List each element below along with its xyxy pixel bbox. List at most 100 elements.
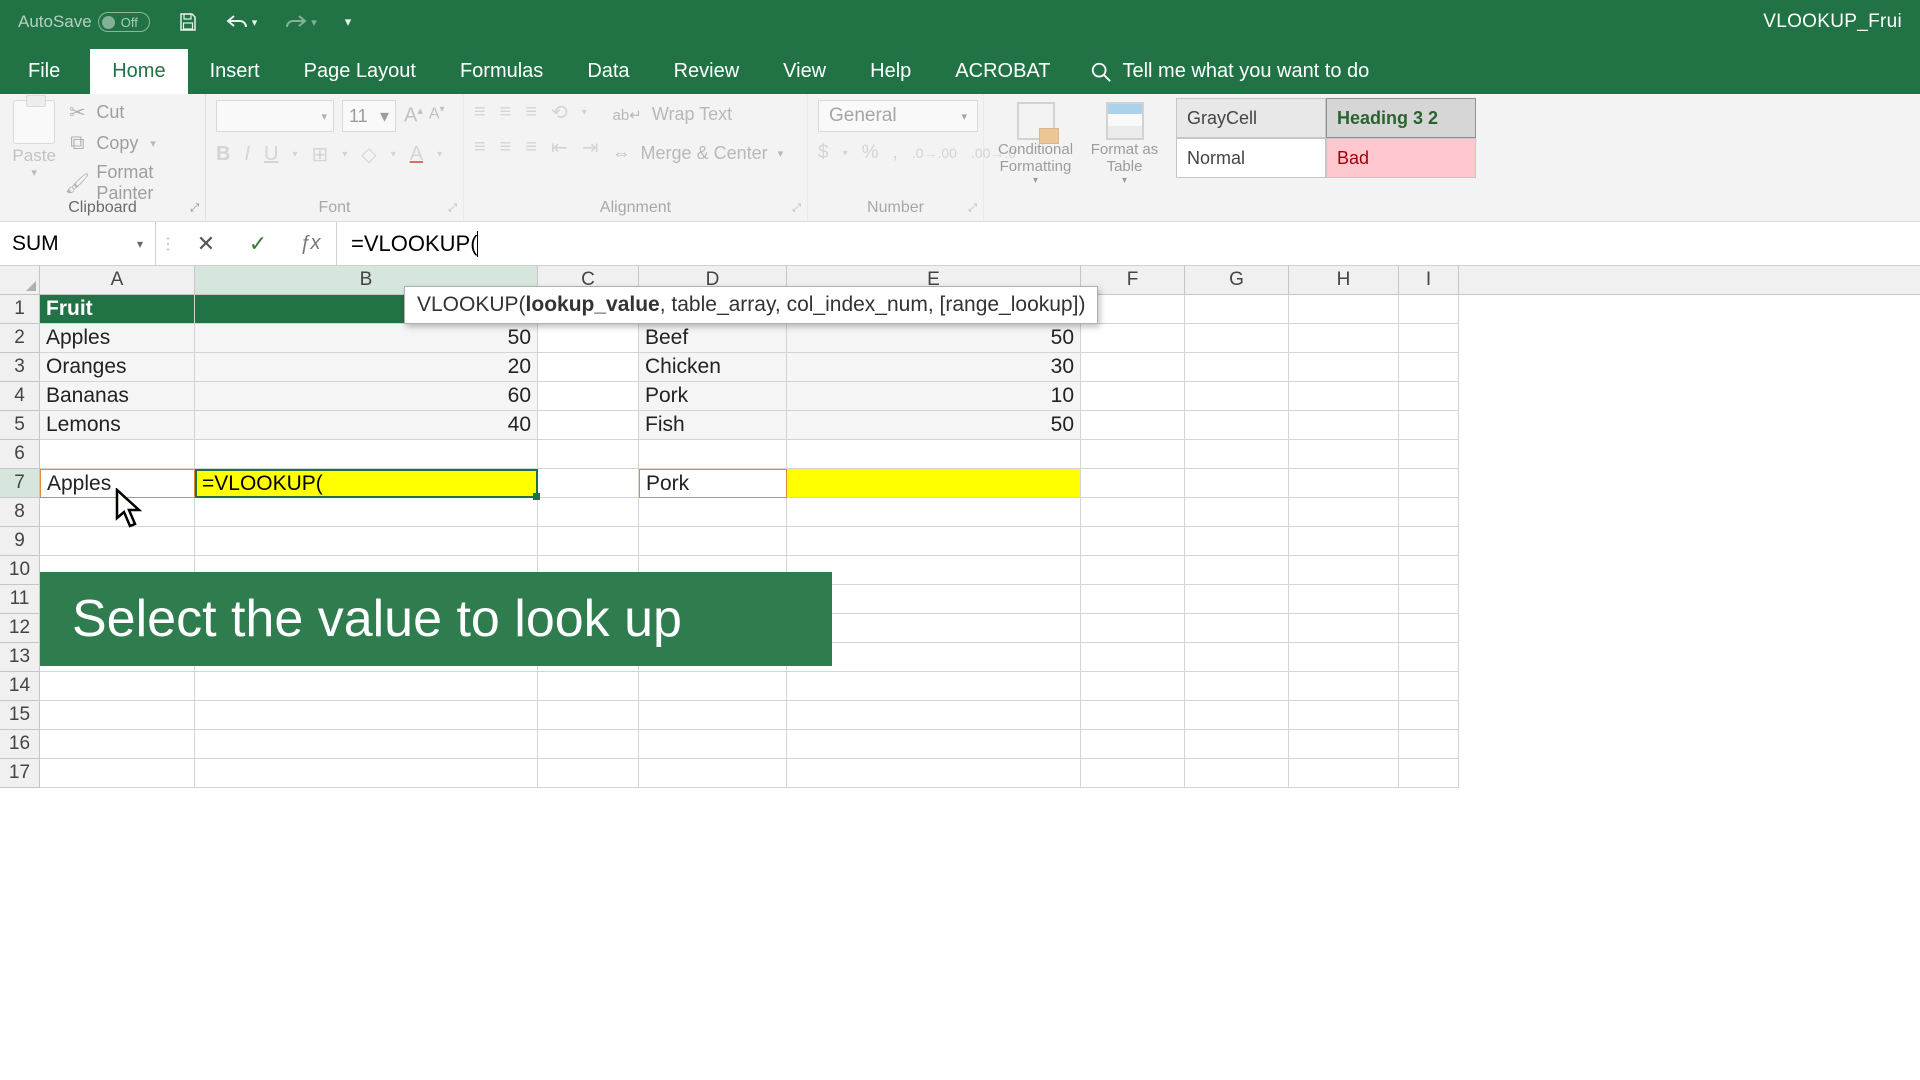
row-header-8[interactable]: 8: [0, 498, 40, 527]
cell-B3[interactable]: 20: [195, 353, 538, 382]
cell-I16[interactable]: [1399, 730, 1459, 759]
tab-formulas[interactable]: Formulas: [438, 49, 565, 94]
col-header-I[interactable]: I: [1399, 266, 1459, 294]
cell-G17[interactable]: [1185, 759, 1289, 788]
select-all-corner[interactable]: [0, 266, 40, 294]
cell-F8[interactable]: [1081, 498, 1185, 527]
font-dialog-launcher[interactable]: ⤢: [448, 202, 457, 215]
cell-A9[interactable]: [40, 527, 195, 556]
clipboard-dialog-launcher[interactable]: ⤢: [190, 202, 199, 215]
cell-H2[interactable]: [1289, 324, 1399, 353]
cell-E6[interactable]: [787, 440, 1081, 469]
tab-help[interactable]: Help: [848, 49, 933, 94]
conditional-formatting-button[interactable]: Conditional Formatting ▾: [994, 100, 1077, 186]
cell-I9[interactable]: [1399, 527, 1459, 556]
row-header-13[interactable]: 13: [0, 643, 40, 672]
cell-D3[interactable]: Chicken: [639, 353, 787, 382]
cell-G10[interactable]: [1185, 556, 1289, 585]
font-color-button[interactable]: A: [410, 143, 423, 166]
cell-H10[interactable]: [1289, 556, 1399, 585]
increase-font-icon[interactable]: A▴: [404, 104, 423, 128]
cell-G1[interactable]: [1185, 295, 1289, 324]
cell-C7[interactable]: [538, 469, 639, 498]
accounting-format-icon[interactable]: $: [818, 142, 829, 164]
cell-F2[interactable]: [1081, 324, 1185, 353]
cell-B17[interactable]: [195, 759, 538, 788]
cell-I4[interactable]: [1399, 382, 1459, 411]
redo-button[interactable]: ▾: [285, 13, 317, 31]
cell-A17[interactable]: [40, 759, 195, 788]
cell-I15[interactable]: [1399, 701, 1459, 730]
decrease-decimal-icon[interactable]: .00→.0: [971, 145, 1016, 161]
row-header-5[interactable]: 5: [0, 411, 40, 440]
row-header-17[interactable]: 17: [0, 759, 40, 788]
cell-G15[interactable]: [1185, 701, 1289, 730]
cell-C4[interactable]: [538, 382, 639, 411]
name-box[interactable]: SUM ▾: [0, 222, 156, 265]
increase-decimal-icon[interactable]: .0→.00: [912, 145, 957, 161]
cell-A14[interactable]: [40, 672, 195, 701]
cell-styles-gallery[interactable]: GrayCell Heading 3 2 Normal Bad: [1176, 94, 1476, 221]
tab-acrobat[interactable]: ACROBAT: [933, 49, 1072, 94]
cell-D16[interactable]: [639, 730, 787, 759]
cell-D15[interactable]: [639, 701, 787, 730]
tab-data[interactable]: Data: [565, 49, 651, 94]
cancel-formula-button[interactable]: ✕: [180, 231, 232, 257]
tab-page-layout[interactable]: Page Layout: [282, 49, 438, 94]
cell-C6[interactable]: [538, 440, 639, 469]
cell-H12[interactable]: [1289, 614, 1399, 643]
cell-G2[interactable]: [1185, 324, 1289, 353]
cell-B5[interactable]: 40: [195, 411, 538, 440]
cell-F12[interactable]: [1081, 614, 1185, 643]
cell-F16[interactable]: [1081, 730, 1185, 759]
cell-F6[interactable]: [1081, 440, 1185, 469]
cell-E7[interactable]: [787, 469, 1081, 498]
cell-G9[interactable]: [1185, 527, 1289, 556]
increase-indent-icon[interactable]: ⇥: [582, 135, 599, 160]
cell-B14[interactable]: [195, 672, 538, 701]
tab-file[interactable]: File: [0, 49, 90, 94]
row-header-16[interactable]: 16: [0, 730, 40, 759]
cell-I3[interactable]: [1399, 353, 1459, 382]
number-dialog-launcher[interactable]: ⤢: [968, 202, 977, 215]
cell-F5[interactable]: [1081, 411, 1185, 440]
cell-I1[interactable]: [1399, 295, 1459, 324]
cell-H11[interactable]: [1289, 585, 1399, 614]
cell-D7[interactable]: Pork: [639, 469, 787, 498]
autosave-toggle[interactable]: AutoSave Off: [18, 12, 150, 32]
merge-center-button[interactable]: ⇔Merge & Center▾: [613, 139, 784, 168]
cell-H8[interactable]: [1289, 498, 1399, 527]
cell-C15[interactable]: [538, 701, 639, 730]
cell-E17[interactable]: [787, 759, 1081, 788]
col-header-H[interactable]: H: [1289, 266, 1399, 294]
paste-button[interactable]: Paste ▾: [10, 100, 58, 204]
cell-B4[interactable]: 60: [195, 382, 538, 411]
style-heading[interactable]: Heading 3 2: [1326, 98, 1476, 138]
formula-bar[interactable]: =VLOOKUP(: [337, 222, 1920, 265]
cell-H14[interactable]: [1289, 672, 1399, 701]
active-cell-B7[interactable]: =VLOOKUP(: [195, 469, 538, 498]
row-header-9[interactable]: 9: [0, 527, 40, 556]
cell-G14[interactable]: [1185, 672, 1289, 701]
cell-I13[interactable]: [1399, 643, 1459, 672]
style-normal[interactable]: Normal: [1176, 138, 1326, 178]
cell-F17[interactable]: [1081, 759, 1185, 788]
font-name-dropdown[interactable]: ▾: [216, 100, 334, 132]
cell-I12[interactable]: [1399, 614, 1459, 643]
font-size-dropdown[interactable]: 11▾: [342, 100, 396, 132]
cell-A1[interactable]: Fruit: [40, 295, 195, 324]
cell-D5[interactable]: Fish: [639, 411, 787, 440]
cell-B15[interactable]: [195, 701, 538, 730]
cell-A15[interactable]: [40, 701, 195, 730]
cell-G8[interactable]: [1185, 498, 1289, 527]
cell-H17[interactable]: [1289, 759, 1399, 788]
cell-H9[interactable]: [1289, 527, 1399, 556]
cell-H16[interactable]: [1289, 730, 1399, 759]
align-center-icon[interactable]: ≡: [500, 136, 512, 159]
row-header-10[interactable]: 10: [0, 556, 40, 585]
col-header-A[interactable]: A: [40, 266, 195, 294]
cell-H13[interactable]: [1289, 643, 1399, 672]
function-tooltip[interactable]: VLOOKUP(lookup_value, table_array, col_i…: [404, 286, 1098, 324]
row-header-14[interactable]: 14: [0, 672, 40, 701]
cell-F10[interactable]: [1081, 556, 1185, 585]
